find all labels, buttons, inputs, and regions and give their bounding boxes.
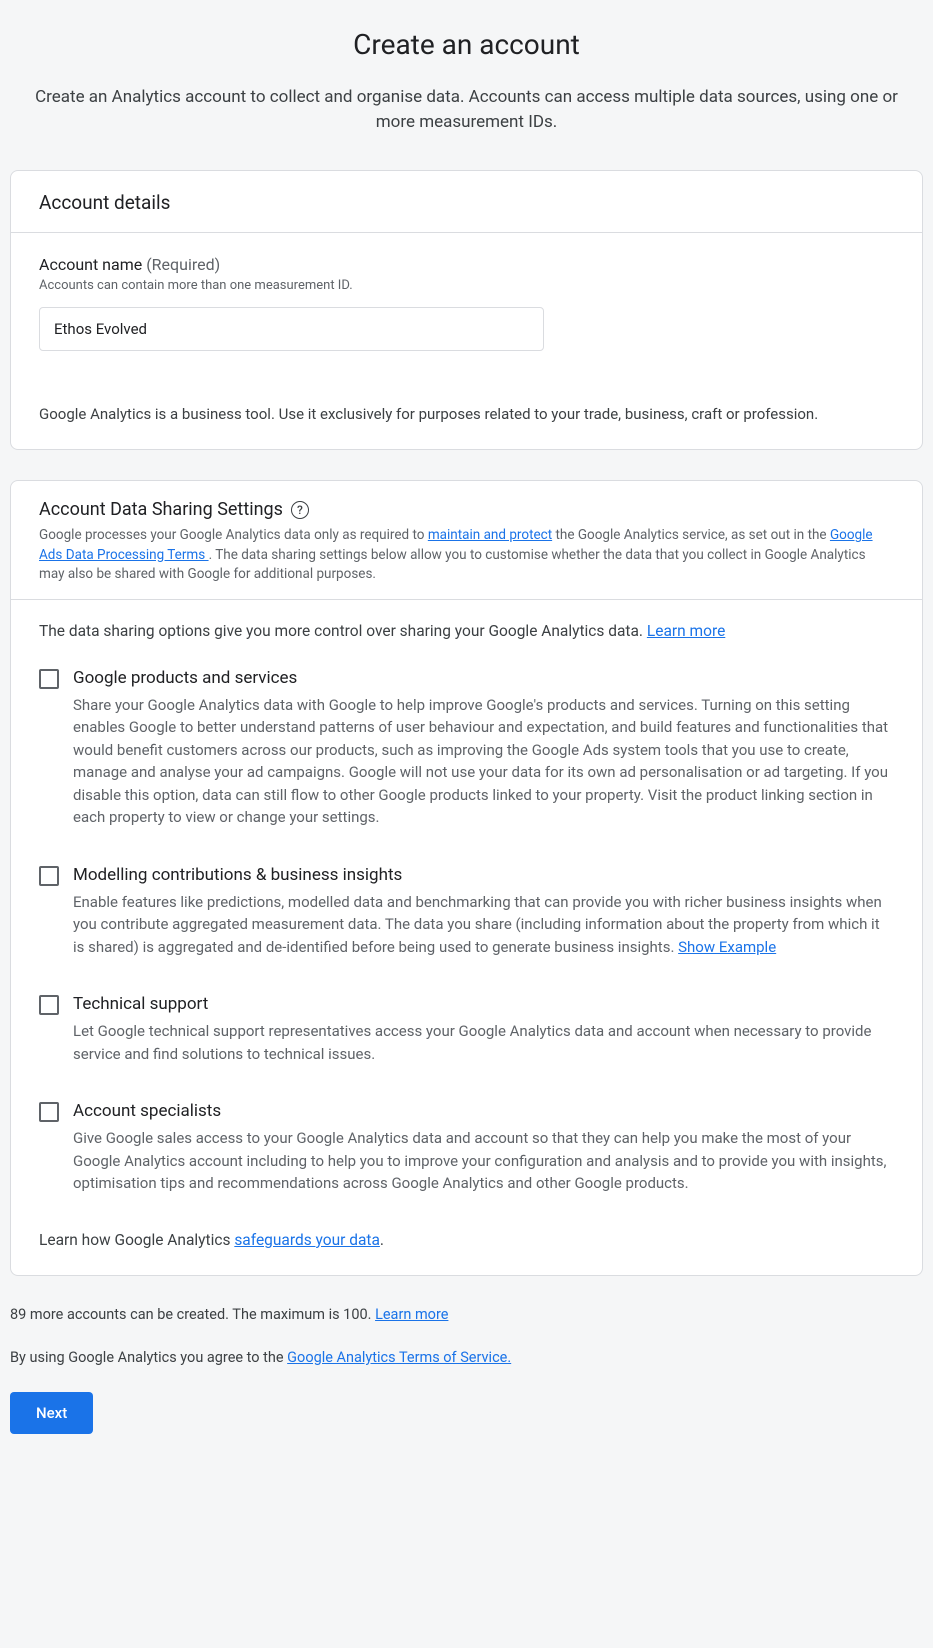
card-body: Account name (Required) Accounts can con… — [11, 233, 922, 449]
checkbox-modelling: Modelling contributions & business insig… — [39, 865, 894, 959]
learn-more-link[interactable]: Learn more — [647, 622, 725, 640]
tos-prefix: By using Google Analytics you agree to t… — [10, 1349, 287, 1366]
safeguard-suffix: . — [380, 1231, 384, 1249]
checkbox-title: Technical support — [73, 994, 894, 1014]
checkbox-technical-support: Technical support Let Google technical s… — [39, 994, 894, 1065]
help-icon[interactable]: ? — [291, 501, 309, 519]
checkbox-input[interactable] — [39, 669, 59, 689]
sharing-title: Account Data Sharing Settings — [39, 499, 283, 520]
required-text: (Required) — [146, 255, 220, 274]
account-details-title: Account details — [39, 191, 894, 214]
accounts-learn-more-link[interactable]: Learn more — [375, 1306, 448, 1323]
sharing-intro: The data sharing options give you more c… — [39, 622, 894, 640]
checkbox-input[interactable] — [39, 866, 59, 886]
tos-link[interactable]: Google Analytics Terms of Service. — [287, 1349, 511, 1366]
account-details-card: Account details Account name (Required) … — [10, 170, 923, 450]
checkbox-desc: Share your Google Analytics data with Go… — [73, 694, 894, 829]
desc-part-1: Google processes your Google Analytics d… — [39, 527, 428, 543]
accounts-remaining-line: 89 more accounts can be created. The max… — [10, 1306, 923, 1323]
accounts-remaining-text: 89 more accounts can be created. The max… — [10, 1306, 375, 1323]
safeguard-prefix: Learn how Google Analytics — [39, 1231, 234, 1249]
sharing-header: Account Data Sharing Settings ? Google p… — [11, 481, 922, 600]
account-name-label: Account name (Required) — [39, 255, 894, 274]
checkbox-title: Account specialists — [73, 1101, 894, 1121]
checkbox-title: Google products and services — [73, 668, 894, 688]
intro-text: The data sharing options give you more c… — [39, 622, 647, 640]
checkbox-desc: Enable features like predictions, modell… — [73, 891, 894, 959]
sharing-description: Google processes your Google Analytics d… — [39, 526, 894, 585]
page-title: Create an account — [10, 28, 923, 61]
account-name-input[interactable] — [39, 307, 544, 351]
checkbox-google-products: Google products and services Share your … — [39, 668, 894, 829]
account-name-helper: Accounts can contain more than one measu… — [39, 278, 894, 293]
checkbox-input[interactable] — [39, 995, 59, 1015]
card-header: Account details — [11, 171, 922, 233]
show-example-link[interactable]: Show Example — [678, 938, 776, 956]
maintain-protect-link[interactable]: maintain and protect — [428, 527, 552, 543]
safeguard-line: Learn how Google Analytics safeguards yo… — [39, 1231, 894, 1249]
data-sharing-card: Account Data Sharing Settings ? Google p… — [10, 480, 923, 1276]
business-note: Google Analytics is a business tool. Use… — [39, 405, 894, 423]
desc-part-2: the Google Analytics service, as set out… — [552, 527, 830, 543]
checkbox-account-specialists: Account specialists Give Google sales ac… — [39, 1101, 894, 1195]
checkbox-desc: Let Google technical support representat… — [73, 1020, 894, 1065]
checkbox-desc: Give Google sales access to your Google … — [73, 1127, 894, 1195]
checkbox-input[interactable] — [39, 1102, 59, 1122]
next-button[interactable]: Next — [10, 1392, 93, 1434]
sharing-body: The data sharing options give you more c… — [11, 600, 922, 1275]
safeguards-data-link[interactable]: safeguards your data — [234, 1231, 380, 1249]
label-text: Account name — [39, 255, 142, 274]
checkbox-title: Modelling contributions & business insig… — [73, 865, 894, 885]
page-subtitle: Create an Analytics account to collect a… — [14, 85, 919, 134]
tos-line: By using Google Analytics you agree to t… — [10, 1349, 923, 1366]
